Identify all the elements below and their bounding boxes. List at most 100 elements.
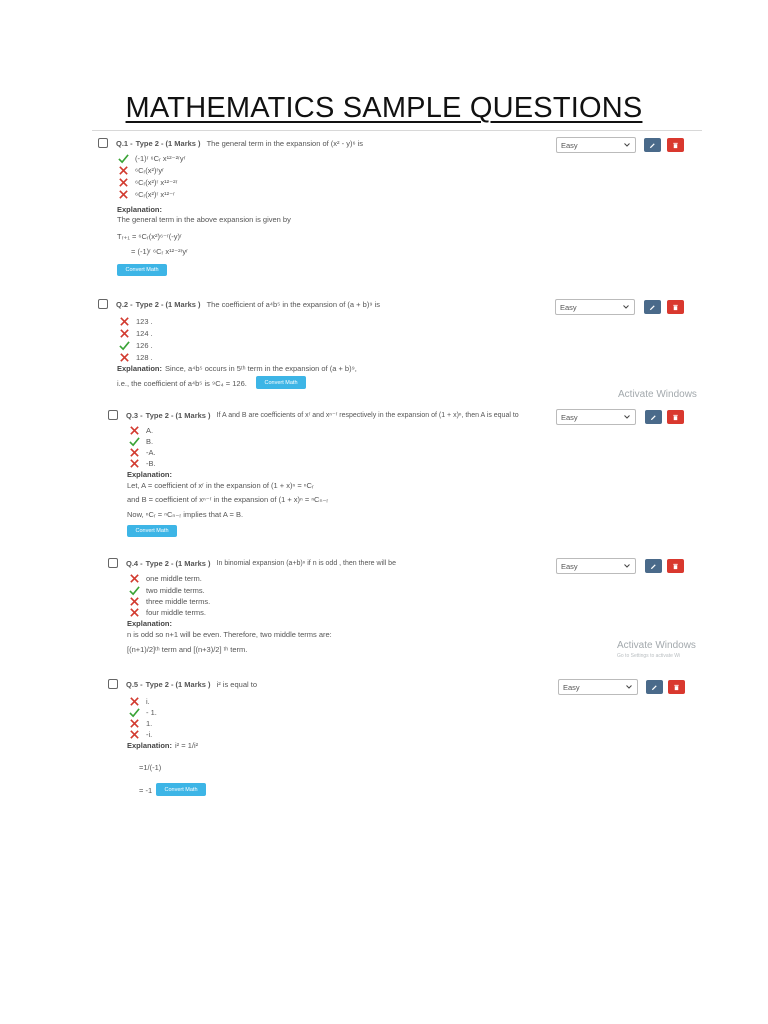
option-text: B. — [146, 437, 154, 446]
option-text: 123 . — [136, 317, 153, 326]
check-icon — [119, 340, 130, 351]
option-text: two middle terms. — [146, 586, 205, 595]
option-text: A. — [146, 426, 154, 435]
question-checkbox[interactable] — [108, 679, 118, 689]
cross-icon — [129, 718, 140, 729]
trash-icon — [673, 414, 678, 420]
pencil-icon — [650, 563, 656, 569]
edit-button[interactable] — [644, 138, 661, 152]
option-3: three middle terms. — [129, 596, 210, 607]
explanation-line: Since, a⁴b⁵ occurs in 5ᵗʰ term in the ex… — [165, 364, 357, 373]
pencil-icon — [651, 684, 657, 690]
pencil-icon — [649, 304, 655, 310]
explanation-label: Explanation: — [117, 205, 163, 214]
edit-button[interactable] — [646, 680, 663, 694]
explanation-label: Explanation: — [127, 619, 173, 628]
delete-button[interactable] — [667, 559, 684, 573]
cross-icon — [118, 165, 129, 176]
option-4: four middle terms. — [129, 607, 206, 618]
option-3: -A. — [129, 447, 156, 458]
question-card-3: Q.3 - Type 2 - (1 Marks ) If A and B are… — [104, 404, 698, 542]
difficulty-value: Easy — [561, 561, 578, 571]
question-number: Q.3 - — [126, 410, 143, 420]
difficulty-select[interactable]: Easy — [558, 679, 638, 695]
explanation-line: The general term in the above expansion … — [117, 215, 291, 224]
difficulty-value: Easy — [561, 140, 578, 150]
chevron-down-icon — [623, 305, 629, 309]
difficulty-select[interactable]: Easy — [556, 409, 636, 425]
convert-math-button[interactable]: Convert Math — [117, 264, 167, 276]
delete-button[interactable] — [667, 300, 684, 314]
option-2: two middle terms. — [129, 585, 205, 596]
question-checkbox[interactable] — [108, 410, 118, 420]
explanation-line: =1/(-1) — [139, 763, 162, 772]
option-text: ⁶Cᵣ(x²)ʳyʳ — [135, 166, 164, 175]
cross-icon — [118, 189, 129, 200]
convert-math-button[interactable]: Convert Math — [127, 525, 177, 537]
question-header: Q.5 - Type 2 - (1 Marks ) i² is equal to — [108, 679, 257, 689]
explanation-row: Explanation: Since, a⁴b⁵ occurs in 5ᵗʰ t… — [117, 364, 357, 373]
explanation-line: Tᵣ₊₁ = ⁶Cᵣ(x²)⁶⁻ʳ(-y)ʳ — [117, 232, 182, 241]
convert-math-button[interactable]: Convert Math — [156, 783, 206, 796]
question-text: The general term in the expansion of (x²… — [206, 138, 364, 148]
trash-icon — [673, 304, 678, 310]
option-3: ⁶Cᵣ(x²)ʳ x¹²⁻²ʳ — [118, 177, 177, 188]
trash-icon — [673, 563, 678, 569]
explanation-line: Now, ⁿCᵣ = ⁿCₙ₋ᵣ implies that A = B. — [127, 510, 244, 519]
question-checkbox[interactable] — [108, 558, 118, 568]
delete-button[interactable] — [667, 410, 684, 424]
difficulty-select[interactable]: Easy — [555, 299, 635, 315]
question-card-5: Q.5 - Type 2 - (1 Marks ) i² is equal to… — [104, 674, 704, 802]
question-card-2: Q.2 - Type 2 - (1 Marks ) The coefficien… — [92, 293, 702, 401]
question-checkbox[interactable] — [98, 299, 108, 309]
option-text: - 1. — [146, 708, 157, 717]
option-3: 1. — [129, 718, 152, 729]
check-icon — [129, 707, 140, 718]
delete-button[interactable] — [668, 680, 685, 694]
question-type: Type 2 - (1 Marks ) — [145, 679, 211, 689]
difficulty-select[interactable]: Easy — [556, 137, 636, 153]
explanation-line: i² = 1/i² — [175, 741, 199, 750]
question-number: Q.2 - — [116, 299, 133, 309]
option-4: -i. — [129, 729, 152, 740]
difficulty-select[interactable]: Easy — [556, 558, 636, 574]
edit-button[interactable] — [645, 559, 662, 573]
option-1: A. — [129, 425, 153, 436]
check-icon — [118, 153, 129, 164]
question-text: In binomial expansion (a+b)ⁿ if n is odd… — [216, 559, 396, 567]
option-2: 124 . — [119, 328, 153, 339]
explanation-row: Explanation: i² = 1/i² — [127, 741, 198, 750]
explanation-line: n is odd so n+1 will be even. Therefore,… — [127, 630, 332, 639]
windows-watermark: Activate Windows — [617, 640, 696, 651]
trash-icon — [674, 684, 679, 690]
chevron-down-icon — [624, 564, 630, 568]
edit-button[interactable] — [645, 410, 662, 424]
chevron-down-icon — [626, 685, 632, 689]
explanation-line: i.e., the coefficient of a⁴b⁵ is ⁹C₄ = 1… — [117, 379, 247, 388]
question-number: Q.1 - — [116, 138, 133, 148]
question-header: Q.1 - Type 2 - (1 Marks ) The general te… — [98, 138, 363, 148]
option-text: i. — [146, 697, 150, 706]
option-4: -B. — [129, 458, 156, 469]
cross-icon — [129, 447, 140, 458]
question-checkbox[interactable] — [98, 138, 108, 148]
cross-icon — [119, 328, 130, 339]
check-icon — [129, 585, 140, 596]
question-type: Type 2 - (1 Marks ) — [145, 558, 211, 568]
explanation-label: Explanation: — [117, 364, 163, 373]
cross-icon — [119, 352, 130, 363]
edit-button[interactable] — [644, 300, 661, 314]
delete-button[interactable] — [667, 138, 684, 152]
pencil-icon — [650, 414, 656, 420]
cross-icon — [129, 607, 140, 618]
explanation-line: [(n+1)/2]ᵗʰ term and [(n+3)/2] ᵗʰ term. — [127, 645, 248, 654]
convert-math-button[interactable]: Convert Math — [256, 376, 306, 389]
question-text: i² is equal to — [216, 679, 257, 689]
option-text: four middle terms. — [146, 608, 207, 617]
question-number: Q.4 - — [126, 558, 143, 568]
question-type: Type 2 - (1 Marks ) — [135, 138, 201, 148]
question-text: If A and B are coefficients of xʳ and xⁿ… — [216, 412, 519, 419]
difficulty-value: Easy — [561, 412, 578, 422]
option-text: 126 . — [136, 341, 153, 350]
question-number: Q.5 - — [126, 679, 143, 689]
